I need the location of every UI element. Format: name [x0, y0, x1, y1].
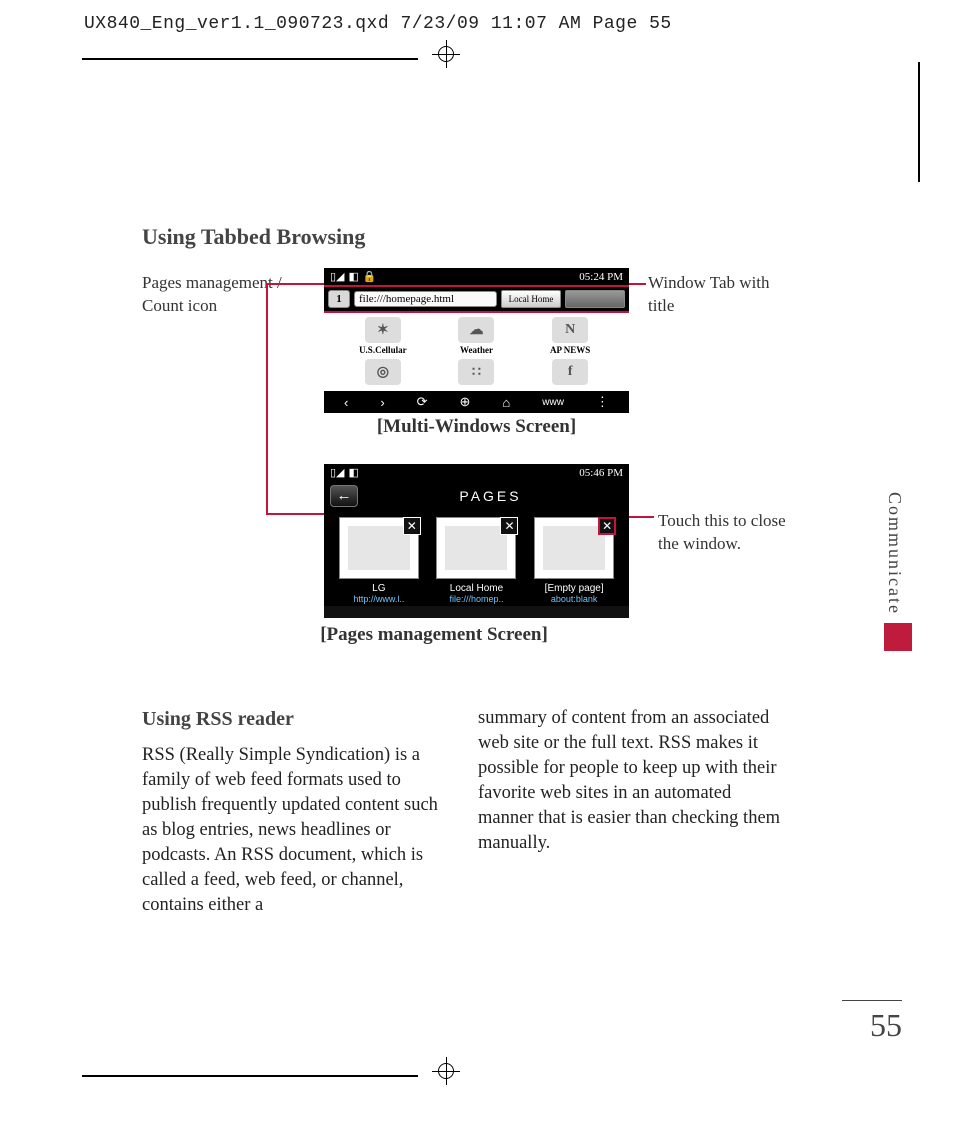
- crop-marks-top: [82, 46, 914, 70]
- facebook-icon: f: [552, 359, 588, 385]
- page-number: 55: [842, 1000, 902, 1044]
- home-tile[interactable]: ✶ U.S.Cellular: [338, 317, 428, 355]
- thumb-title: Local Home: [436, 583, 516, 594]
- weather-icon: ☁: [458, 317, 494, 343]
- status-icons: ▯◢◧🔒: [330, 270, 381, 283]
- multi-windows-screenshot: ▯◢◧🔒 05:24 PM 1 file:///homepage.html Lo…: [324, 268, 629, 410]
- side-tab-label: Communicate: [884, 488, 905, 619]
- www-button[interactable]: www: [542, 397, 564, 408]
- generic-icon: ∷: [458, 359, 494, 385]
- crop-mark-right: [918, 62, 920, 182]
- status-icons: ▯◢◧: [330, 466, 363, 479]
- callout-close-window: Touch this to close the window.: [658, 510, 808, 556]
- star-icon: ✶: [365, 317, 401, 343]
- thumb-title: [Empty page]: [534, 583, 614, 594]
- home-tile[interactable]: ∷: [432, 359, 522, 387]
- thumb-title: LG: [339, 583, 419, 594]
- status-clock: 05:46 PM: [579, 467, 623, 479]
- callout-line: [266, 283, 268, 513]
- news-icon: N: [552, 317, 588, 343]
- pages-management-screenshot: ▯◢◧ 05:46 PM ← PAGES ✕ LGhttp://www.l..: [324, 464, 629, 618]
- thumb-url: file:///homep..: [436, 594, 516, 604]
- side-tab-indicator: [884, 623, 912, 651]
- tile-label: Weather: [460, 345, 493, 355]
- close-icon[interactable]: ✕: [598, 517, 616, 535]
- print-job-header: UX840_Eng_ver1.1_090723.qxd 7/23/09 11:0…: [84, 14, 934, 34]
- window-tab-blank[interactable]: [565, 290, 625, 308]
- page-thumb[interactable]: ✕ [Empty page]about:blank: [534, 517, 614, 604]
- callout-line: [626, 283, 646, 285]
- nav-forward-icon[interactable]: ›: [380, 395, 384, 410]
- status-clock: 05:24 PM: [579, 271, 623, 283]
- home-tile[interactable]: ☁ Weather: [432, 317, 522, 355]
- section-heading: Using Tabbed Browsing: [142, 224, 852, 250]
- callout-window-tab: Window Tab with title: [648, 272, 798, 318]
- callout-line: [266, 283, 326, 285]
- pages-title: PAGES: [358, 488, 623, 504]
- crop-marks-bottom: [82, 1063, 914, 1091]
- registration-target-icon: [432, 1057, 460, 1085]
- tile-label: AP NEWS: [550, 345, 590, 355]
- thumb-url: about:blank: [534, 594, 614, 604]
- home-grid: ✶ U.S.Cellular ☁ Weather N AP NEWS ◎ ∷ f: [324, 313, 629, 391]
- tile-label: U.S.Cellular: [359, 345, 407, 355]
- back-button[interactable]: ←: [330, 485, 358, 507]
- body-paragraph: summary of content from an associated we…: [478, 706, 788, 856]
- browser-toolbar: ‹ › ⟳ ⊕ ⌂ www ⋮: [324, 391, 629, 413]
- thumb-url: http://www.l..: [339, 594, 419, 604]
- reload-icon[interactable]: ⟳: [417, 394, 428, 410]
- caption-pages-mgmt: [Pages management Screen]: [264, 624, 604, 646]
- caption-multi-windows: [Multi-Windows Screen]: [324, 416, 629, 438]
- section-side-tab: Communicate: [884, 488, 912, 651]
- page-thumb[interactable]: ✕ LGhttp://www.l..: [339, 517, 419, 604]
- zoom-icon[interactable]: ⊕: [460, 394, 471, 410]
- home-tile[interactable]: N AP NEWS: [525, 317, 615, 355]
- generic-icon: ◎: [365, 359, 401, 385]
- close-icon[interactable]: ✕: [500, 517, 518, 535]
- window-tab-active[interactable]: Local Home: [501, 290, 561, 308]
- home-icon[interactable]: ⌂: [502, 395, 510, 410]
- callout-pages-mgmt: Pages management / Count icon: [142, 272, 292, 318]
- menu-icon[interactable]: ⋮: [596, 394, 609, 410]
- home-tile[interactable]: f: [525, 359, 615, 387]
- close-icon[interactable]: ✕: [403, 517, 421, 535]
- page-count-button[interactable]: 1: [328, 290, 350, 308]
- callout-line: [266, 513, 326, 515]
- page-thumb[interactable]: ✕ Local Homefile:///homep..: [436, 517, 516, 604]
- address-bar[interactable]: file:///homepage.html: [354, 291, 497, 307]
- registration-target-icon: [432, 40, 460, 68]
- body-paragraph: RSS (Really Simple Syndication) is a fam…: [142, 743, 452, 918]
- subsection-heading: Using RSS reader: [142, 706, 452, 733]
- home-tile[interactable]: ◎: [338, 359, 428, 387]
- nav-back-icon[interactable]: ‹: [344, 395, 348, 410]
